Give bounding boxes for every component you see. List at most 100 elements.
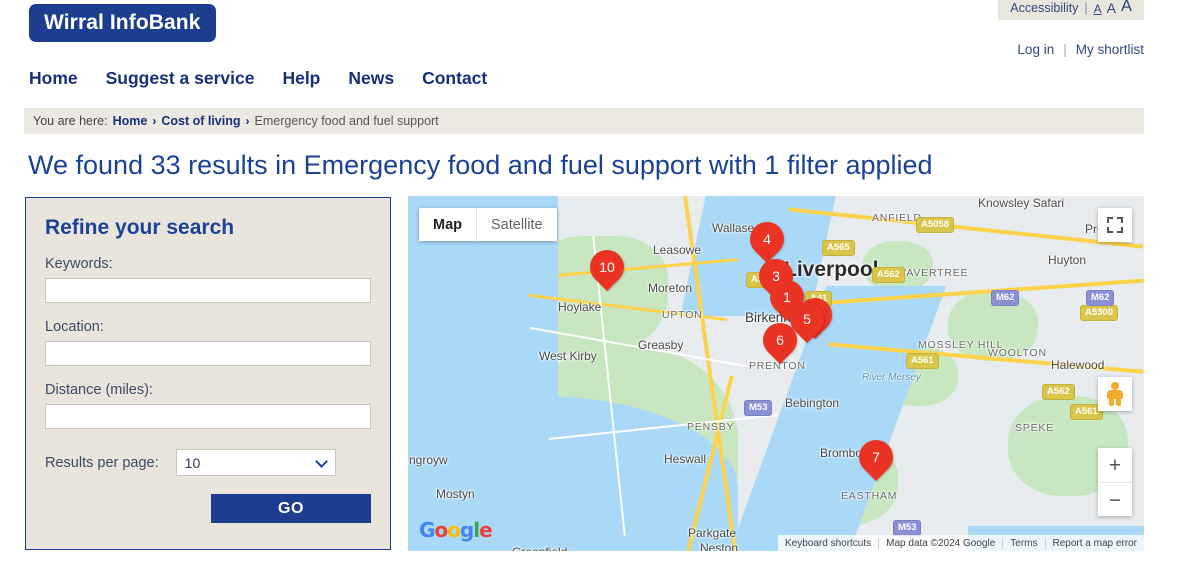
fullscreen-button[interactable] <box>1098 208 1132 242</box>
map-marker-number: 4 <box>763 231 771 247</box>
user-links: Log in | My shortlist <box>1017 42 1144 57</box>
accessibility-bar: Accessibility | A A A <box>998 0 1144 20</box>
google-logo-letter: o <box>434 518 448 542</box>
report-map-error-link[interactable]: Report a map error <box>1044 537 1144 549</box>
google-logo-letter: g <box>459 518 474 542</box>
map-place-label: Bebington <box>785 396 840 410</box>
map-place-label: PENSBY <box>687 421 735 433</box>
map-place-label: Heswall <box>664 452 707 466</box>
results-per-page-select[interactable]: 10 <box>175 449 336 476</box>
map-place-label: Greasby <box>638 338 684 352</box>
google-logo-letter: G <box>419 518 435 542</box>
map-marker-number: 7 <box>872 449 880 465</box>
map-place-label: Knowsley Safari <box>978 196 1065 210</box>
nav-item-contact[interactable]: Contact <box>422 68 487 89</box>
map-place-label: SPEKE <box>1015 422 1055 434</box>
breadcrumb: You are here: Home › Cost of living › Em… <box>24 108 1144 134</box>
map-marker[interactable]: 10 <box>582 242 632 294</box>
accessibility-separator: | <box>1084 1 1088 15</box>
terms-link[interactable]: Terms <box>1002 537 1044 549</box>
zoom-controls[interactable]: + − <box>1098 448 1132 516</box>
breadcrumb-prefix: You are here: <box>33 114 108 128</box>
map-road-shield: M53 <box>893 520 922 536</box>
map-place-label: ngroyw <box>409 453 448 467</box>
nav-item-news[interactable]: News <box>348 68 394 89</box>
breadcrumb-chevron-icon: › <box>245 114 250 128</box>
pegman-icon <box>1106 382 1124 406</box>
map-place-label: EASTHAM <box>841 490 898 502</box>
page-title: We found 33 results in Emergency food an… <box>28 150 933 180</box>
user-links-divider: | <box>1063 42 1067 57</box>
map-place-label: River Mersey <box>862 372 921 383</box>
map-road-shield: A565 <box>822 240 855 256</box>
zoom-in-button[interactable]: + <box>1098 448 1132 482</box>
location-label: Location: <box>45 319 104 335</box>
google-logo-letter: o <box>447 518 461 542</box>
results-per-page-value: 10 <box>184 454 201 471</box>
chevron-down-icon <box>314 455 328 468</box>
google-logo: Google <box>419 518 493 542</box>
font-size-medium-button[interactable]: A <box>1107 1 1116 15</box>
map-marker[interactable]: 7 <box>851 432 901 484</box>
page-root: Accessibility | A A A Wirral InfoBank Lo… <box>0 0 1200 573</box>
street-view-pegman-button[interactable] <box>1098 377 1132 411</box>
font-size-large-button[interactable]: A <box>1121 0 1132 15</box>
breadcrumb-item-home[interactable]: Home <box>113 114 148 128</box>
nav-item-suggest-a-service[interactable]: Suggest a service <box>106 68 255 89</box>
map-marker[interactable]: 6 <box>755 315 805 367</box>
map-place-label: Neston <box>700 541 739 551</box>
map-place-label: Parkgate <box>688 526 737 540</box>
map-type-satellite-button[interactable]: Satellite <box>476 208 557 241</box>
go-button[interactable]: GO <box>211 494 371 523</box>
map-place-label: Hoylake <box>558 300 602 314</box>
main-navigation: Home Suggest a service Help News Contact <box>29 68 487 89</box>
map-place-label: Liverpool <box>784 258 879 281</box>
map-type-switcher[interactable]: Map Satellite <box>419 208 557 241</box>
map-place-label: Greenfield <box>512 545 567 551</box>
nav-item-home[interactable]: Home <box>29 68 78 89</box>
map-place-label: WAVERTREE <box>896 267 969 279</box>
map-attribution-bar: Keyboard shortcuts Map data ©2024 Google… <box>777 535 1144 551</box>
breadcrumb-chevron-icon: › <box>152 114 157 128</box>
font-size-small-button[interactable]: A <box>1094 3 1102 15</box>
map-road-shield: A561 <box>906 353 939 369</box>
distance-input[interactable] <box>45 404 371 429</box>
breadcrumb-item-cost-of-living[interactable]: Cost of living <box>161 114 240 128</box>
map-place-label: Wallase <box>712 221 755 235</box>
map-place-label: Huyton <box>1048 253 1087 267</box>
zoom-out-button[interactable]: − <box>1098 483 1132 517</box>
map-place-label: Halewood <box>1051 358 1105 372</box>
google-logo-letter: e <box>479 518 493 542</box>
map-road-shield: A5300 <box>1080 305 1118 321</box>
map-road-shield: M53 <box>744 400 773 416</box>
map-road-shield: A562 <box>872 267 905 283</box>
fullscreen-icon <box>1107 217 1123 233</box>
nav-item-help[interactable]: Help <box>282 68 320 89</box>
login-link[interactable]: Log in <box>1017 42 1054 57</box>
refine-search-title: Refine your search <box>45 216 235 239</box>
map-road-shield: M62 <box>991 290 1020 306</box>
map-place-label: WOOLTON <box>988 347 1047 359</box>
map-place-label: Moreton <box>648 281 693 295</box>
keywords-label: Keywords: <box>45 256 113 272</box>
location-input[interactable] <box>45 341 371 366</box>
map-road-shield: A5058 <box>916 217 954 233</box>
my-shortlist-link[interactable]: My shortlist <box>1076 42 1144 57</box>
map-road-shield: A562 <box>1042 384 1075 400</box>
map-type-map-button[interactable]: Map <box>419 208 476 241</box>
results-per-page-label: Results per page: <box>45 454 159 471</box>
results-map[interactable]: Liverpool Birkenh Wallase Leasowe Moreton Hoy… <box>408 196 1144 551</box>
map-road-shield: M62 <box>1086 290 1115 306</box>
map-place-label: Mostyn <box>436 487 475 501</box>
map-data-credit: Map data ©2024 Google <box>878 537 1002 549</box>
accessibility-label[interactable]: Accessibility <box>1010 2 1078 15</box>
keyboard-shortcuts-link[interactable]: Keyboard shortcuts <box>778 538 878 549</box>
keywords-input[interactable] <box>45 278 371 303</box>
results-per-page-row: Results per page: 10 <box>45 449 369 476</box>
map-place-label: ANFIELD <box>872 212 922 224</box>
map-marker-number: 6 <box>776 332 784 348</box>
site-logo[interactable]: Wirral InfoBank <box>29 4 216 42</box>
distance-label: Distance (miles): <box>45 382 153 398</box>
map-place-label: Leasowe <box>653 243 702 257</box>
map-marker-number: 10 <box>599 259 615 275</box>
